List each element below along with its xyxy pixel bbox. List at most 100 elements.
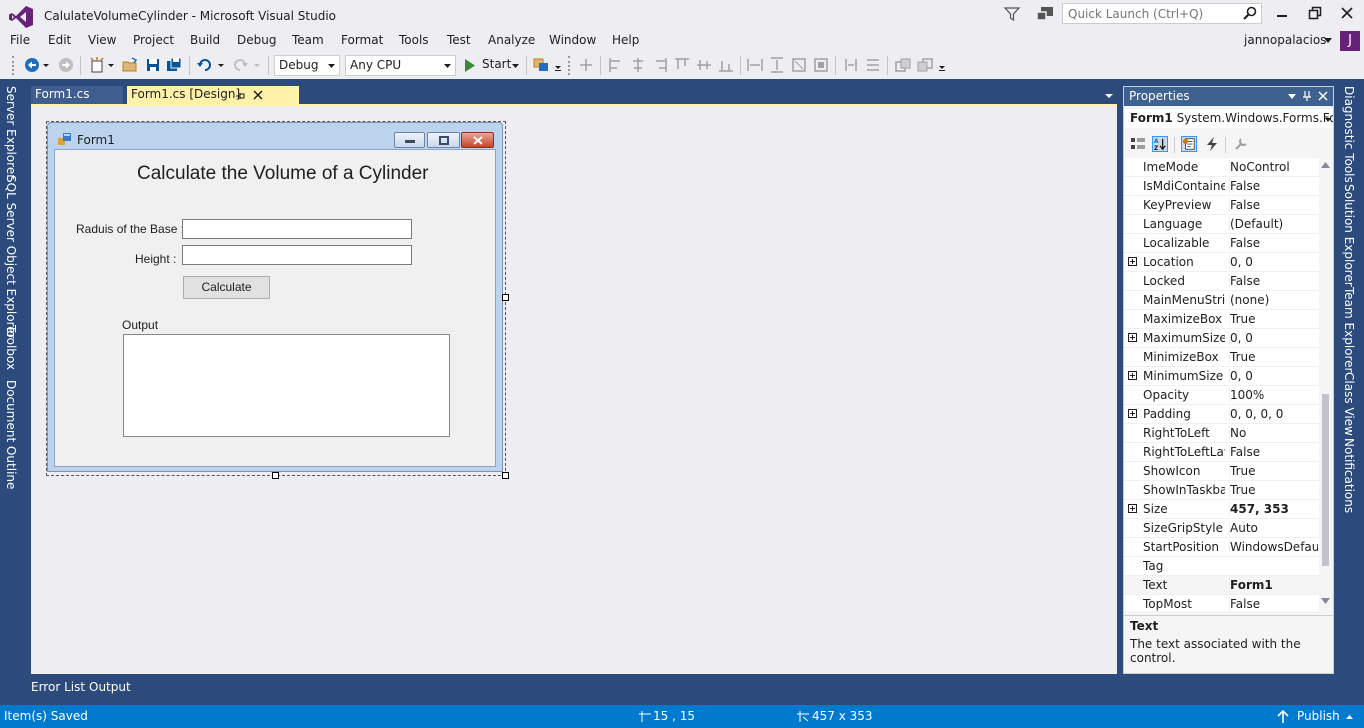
expand-plus-icon[interactable] [1128, 333, 1137, 342]
property-row[interactable]: MinimumSize 0, 0 [1124, 367, 1319, 386]
toolbar-grip[interactable] [568, 56, 570, 75]
property-row[interactable]: Locked False [1124, 272, 1319, 291]
close-icon[interactable] [253, 90, 263, 100]
navigate-forward-icon[interactable] [58, 57, 74, 73]
property-row[interactable]: RightToLeft No [1124, 424, 1319, 443]
menu-view[interactable]: View [88, 33, 116, 47]
size-to-grid-icon[interactable] [813, 57, 829, 73]
tab-form1-design[interactable]: Form1.cs [Design] [127, 86, 299, 105]
calculate-button[interactable]: Calculate [183, 276, 270, 299]
save-all-icon[interactable] [166, 57, 182, 73]
align-middles-icon[interactable] [696, 57, 712, 73]
height-textbox[interactable] [182, 245, 412, 265]
scroll-up-icon[interactable] [1321, 162, 1330, 168]
property-row[interactable]: Location 0, 0 [1124, 253, 1319, 272]
make-same-width-icon[interactable] [747, 57, 763, 73]
form-maximize-button[interactable] [427, 132, 460, 148]
property-pages-wrench-icon[interactable] [1233, 136, 1249, 152]
quick-launch-input[interactable] [1062, 3, 1262, 24]
minimize-window-icon[interactable] [1275, 6, 1289, 20]
undo-dropdown-icon[interactable] [217, 57, 225, 73]
avatar[interactable]: J [1340, 31, 1360, 51]
categorized-icon[interactable] [1130, 136, 1146, 152]
close-icon[interactable] [1318, 91, 1328, 101]
property-row[interactable]: ImeMode NoControl [1124, 158, 1319, 177]
property-row[interactable]: KeyPreview False [1124, 196, 1319, 215]
sql-server-object-explorer-tab[interactable]: SQL Server Object Explorer [4, 175, 18, 339]
property-row[interactable]: Text Form1 [1124, 576, 1319, 595]
radius-textbox[interactable] [182, 219, 412, 239]
pin-icon[interactable] [236, 91, 246, 101]
solution-explorer-tab[interactable]: Solution Explorer [1342, 184, 1356, 287]
menu-test[interactable]: Test [447, 33, 471, 47]
property-value[interactable]: Form1 [1229, 578, 1318, 592]
search-icon[interactable] [1243, 6, 1257, 20]
property-row[interactable]: Localizable False [1124, 234, 1319, 253]
document-outline-tab[interactable]: Document Outline [4, 380, 18, 489]
bring-to-front-icon[interactable] [895, 57, 911, 73]
error-list-tab[interactable]: Error List [31, 680, 85, 694]
property-value[interactable]: False [1229, 179, 1318, 193]
property-value[interactable]: 0, 0, 0, 0 [1229, 407, 1318, 421]
property-row[interactable]: RightToLeftLayout False [1124, 443, 1319, 462]
scrollbar-thumb[interactable] [1322, 394, 1329, 566]
property-grid-scrollbar[interactable] [1319, 158, 1332, 611]
menu-help[interactable]: Help [612, 33, 639, 47]
align-lefts-icon[interactable] [608, 57, 624, 73]
property-value[interactable]: True [1229, 483, 1318, 497]
property-value[interactable]: False [1229, 274, 1318, 288]
property-row[interactable]: MaximizeBox True [1124, 310, 1319, 329]
menu-window[interactable]: Window [549, 33, 596, 47]
property-row[interactable]: MinimizeBox True [1124, 348, 1319, 367]
user-name[interactable]: jannopalacios [1244, 33, 1326, 47]
align-centers-icon[interactable] [630, 57, 646, 73]
property-row[interactable]: Size 457, 353 [1124, 500, 1319, 519]
menu-debug[interactable]: Debug [237, 33, 276, 47]
horizontal-spacing-icon[interactable] [843, 57, 859, 73]
chevron-down-icon[interactable] [1324, 38, 1332, 43]
layout-dropdown-icon[interactable] [554, 57, 562, 73]
menu-tools[interactable]: Tools [399, 33, 429, 47]
resize-handle-bottom-right[interactable] [502, 472, 509, 479]
property-value[interactable]: False [1229, 445, 1318, 459]
property-row[interactable]: ShowInTaskbar True [1124, 481, 1319, 500]
send-to-back-icon[interactable] [533, 57, 549, 73]
make-same-height-icon[interactable] [769, 57, 785, 73]
property-row[interactable]: Language (Default) [1124, 215, 1319, 234]
tab-form1-cs[interactable]: Form1.cs [31, 86, 123, 105]
resize-handle-bottom[interactable] [272, 472, 279, 479]
property-row[interactable]: ShowIcon True [1124, 462, 1319, 481]
undo-icon[interactable] [197, 57, 213, 73]
property-value[interactable]: Auto [1229, 521, 1318, 535]
redo-icon[interactable] [232, 57, 248, 73]
publish-button[interactable]: Publish [1297, 709, 1340, 723]
new-project-icon[interactable] [89, 57, 105, 73]
property-value[interactable]: NoControl [1229, 160, 1318, 174]
menu-analyze[interactable]: Analyze [488, 33, 535, 47]
save-icon[interactable] [145, 57, 161, 73]
feedback-icon[interactable] [1036, 6, 1054, 22]
restore-window-icon[interactable] [1308, 6, 1322, 20]
menu-format[interactable]: Format [341, 33, 383, 47]
property-value[interactable]: True [1229, 312, 1318, 326]
expand-plus-icon[interactable] [1128, 371, 1137, 380]
property-value[interactable]: (none) [1229, 293, 1318, 307]
property-value[interactable]: 0, 0 [1229, 255, 1318, 269]
property-value[interactable]: 0, 0 [1229, 369, 1318, 383]
property-row[interactable]: SizeGripStyle Auto [1124, 519, 1319, 538]
form-close-button[interactable] [461, 132, 494, 148]
property-value[interactable]: True [1229, 464, 1318, 478]
align-rights-icon[interactable] [652, 57, 668, 73]
make-same-size-icon[interactable] [791, 57, 807, 73]
property-row[interactable]: MainMenuStrip (none) [1124, 291, 1319, 310]
menu-build[interactable]: Build [190, 33, 220, 47]
object-selector[interactable]: Form1 System.Windows.Forms.Form [1124, 109, 1333, 128]
events-lightning-icon[interactable] [1204, 136, 1220, 152]
server-explorer-tab[interactable]: Server Explorer [4, 86, 18, 179]
property-value[interactable]: 0, 0 [1229, 331, 1318, 345]
toolbar-grip[interactable] [12, 56, 14, 75]
expand-plus-icon[interactable] [1128, 409, 1137, 418]
class-view-tab[interactable]: Class View [1342, 372, 1356, 436]
form-minimize-button[interactable] [394, 132, 425, 148]
property-row[interactable]: MaximumSize 0, 0 [1124, 329, 1319, 348]
